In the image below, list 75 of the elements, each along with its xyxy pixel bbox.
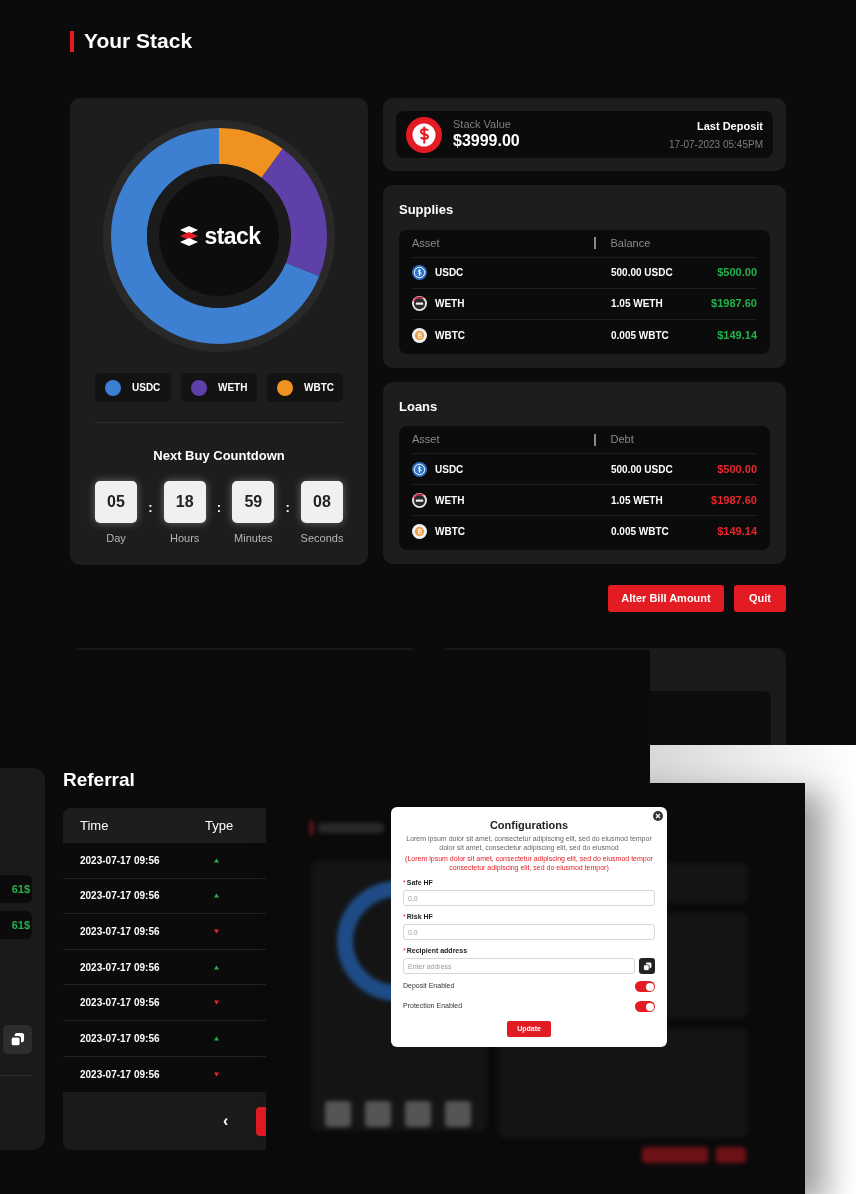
asset-name: USDC <box>435 266 464 280</box>
value-cell-text: $149.14 <box>717 327 757 343</box>
time-cell-text: 2023-07-17 09:56 <box>80 960 161 975</box>
legend-item: USDC <box>95 373 171 402</box>
time-cell-text: 2023-07-17 09:56 <box>80 853 161 868</box>
coin-icon <box>412 327 427 343</box>
countdown-value: 08 <box>301 480 343 523</box>
copy-icon <box>642 961 652 971</box>
countdown-label: Minutes <box>234 530 273 546</box>
section-title: Referral <box>63 768 136 792</box>
dialog-title: Configurations <box>488 819 570 832</box>
stack-value: $3999.00 <box>453 131 520 151</box>
countdown-value: 59 <box>232 480 275 523</box>
countdown-title: Next Buy Countdown <box>152 447 286 465</box>
dollar-coin-icon <box>406 116 442 153</box>
action-button[interactable]: Alter Bill Amount <box>608 585 724 612</box>
legend-item: WBTC <box>267 373 343 402</box>
card-title: Loans <box>399 397 439 416</box>
close-button[interactable] <box>653 811 663 821</box>
value-cell-text: $500.00 <box>717 265 757 281</box>
coin-icon <box>412 492 427 508</box>
stack-value-label: Stack Value <box>453 118 512 131</box>
coin-icon <box>412 461 427 477</box>
value-cell-text: $149.14 <box>717 524 757 540</box>
countdown-label: Day <box>106 530 126 546</box>
copy-icon <box>10 1032 25 1047</box>
amount-text: 61$ <box>11 881 30 897</box>
asset-name: WETH <box>435 493 465 508</box>
time-cell-text: 2023-07-17 09:56 <box>80 1031 161 1046</box>
coin-icon <box>412 524 427 539</box>
copy-button[interactable] <box>639 958 655 974</box>
previous-page-link[interactable]: ‹ <box>223 1109 229 1134</box>
countdown-value: 18 <box>163 480 206 523</box>
asset-name: WBTC <box>435 525 465 539</box>
coin-icon <box>412 296 427 311</box>
column-header: Balance <box>610 235 651 251</box>
time-cell-text: 2023-07-17 09:56 <box>80 1067 161 1082</box>
last-deposit-label: Last Deposit <box>697 118 763 133</box>
column-header: Asset <box>412 235 441 251</box>
column-header: Debt <box>610 432 634 448</box>
countdown-label: Hours <box>170 530 200 546</box>
time-cell-text: 2023-07-17 09:56 <box>80 889 161 904</box>
amount-cell-text: 500.00 USDC <box>611 462 673 477</box>
page-title: Your Stack <box>84 28 193 55</box>
amount-cell-text: 0.005 WBTC <box>611 328 669 343</box>
toggle-switch[interactable] <box>635 1001 655 1012</box>
column-header: Asset <box>412 432 441 448</box>
value-cell-text: $500.00 <box>717 461 757 477</box>
value-cell-text: $1987.60 <box>711 492 757 508</box>
value-cell-text: $1987.60 <box>711 296 757 312</box>
time-separator: : <box>215 498 223 517</box>
asset-name: WETH <box>435 297 465 311</box>
close-icon <box>655 813 661 819</box>
action-button[interactable]: Quit <box>734 585 786 612</box>
card-title: Supplies <box>399 201 455 219</box>
coin-icon <box>412 265 427 280</box>
time-cell-text: 2023-07-17 09:56 <box>80 925 161 939</box>
legend-item: WETH <box>181 373 257 402</box>
amount-cell-text: 1.05 WETH <box>611 297 663 311</box>
countdown-label: Seconds <box>300 530 344 546</box>
amount-cell-text: 0.005 WBTC <box>611 525 669 539</box>
toggle-switch[interactable] <box>635 981 655 992</box>
logo-text: stack <box>204 221 261 251</box>
countdown-value: 05 <box>95 480 137 523</box>
amount-cell-text: 500.00 USDC <box>611 266 673 280</box>
time-separator: : <box>147 498 154 517</box>
amount-cell-text: 1.05 WETH <box>611 493 663 508</box>
page-button[interactable] <box>256 1106 267 1136</box>
asset-name: USDC <box>435 462 464 477</box>
asset-name: WBTC <box>435 328 465 343</box>
time-separator: : <box>284 498 291 517</box>
amount-text: 61$ <box>11 917 30 933</box>
time-cell-text: 2023-07-17 09:56 <box>80 996 161 1011</box>
copy-button[interactable] <box>3 1025 32 1054</box>
last-deposit-date: 17-07-2023 05:45PM <box>669 138 763 151</box>
